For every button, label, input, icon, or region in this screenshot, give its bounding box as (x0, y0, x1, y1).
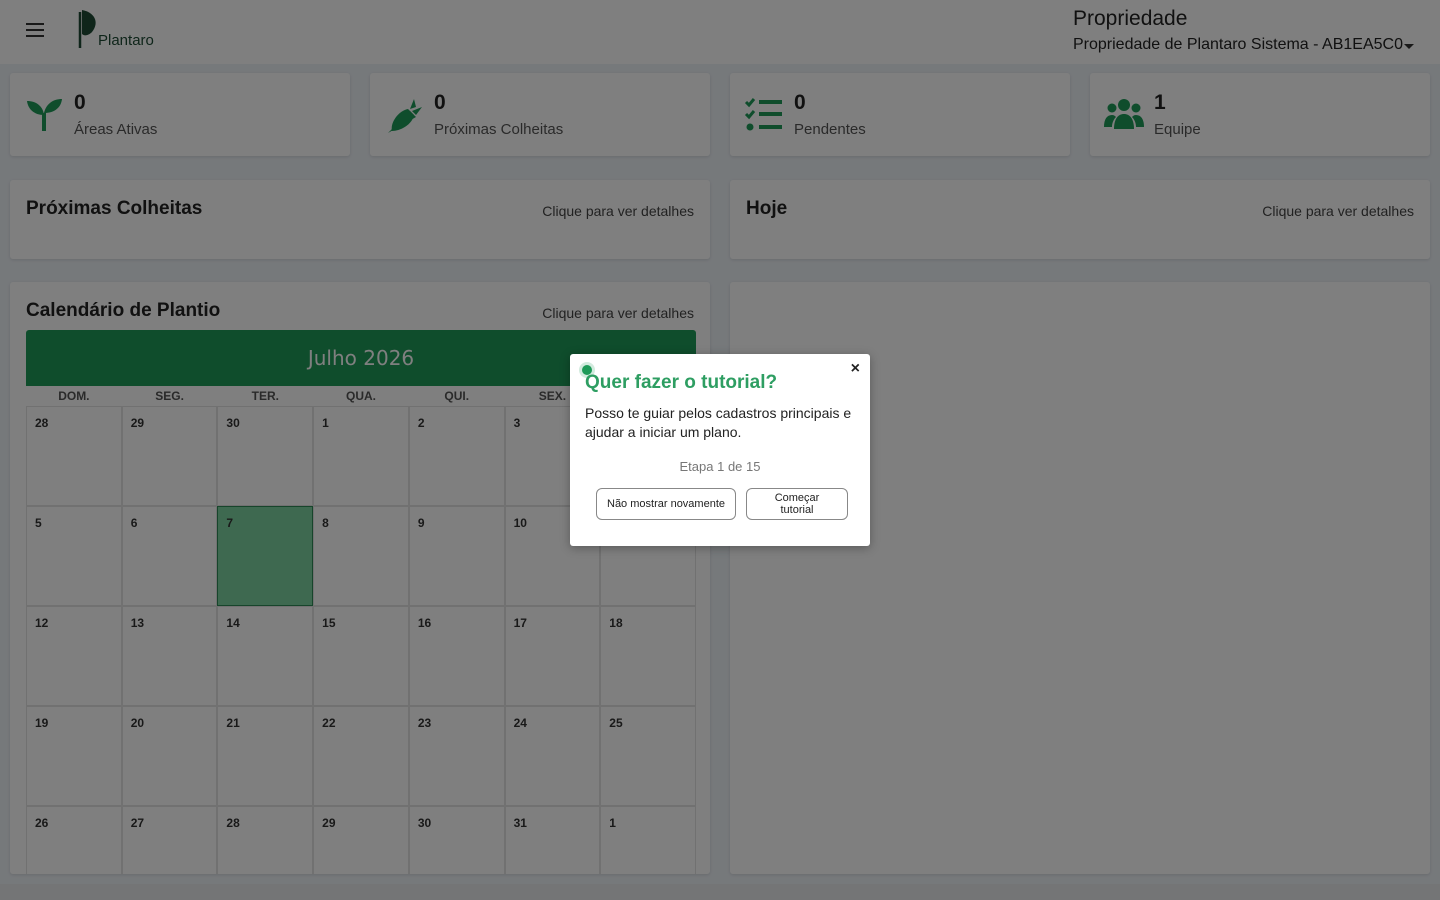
tutorial-progress: Etapa 1 de 15 (679, 459, 761, 474)
tutorial-description: Posso te guiar pelos cadastros principai… (585, 405, 852, 440)
start-tutorial-button[interactable]: Começar tutorial (746, 488, 848, 520)
tutorial-popover: × Quer fazer o tutorial? Posso te guiar … (570, 354, 870, 546)
close-icon[interactable]: × (851, 360, 860, 378)
dont-show-again-button[interactable]: Não mostrar novamente (596, 488, 736, 520)
tutorial-title: Quer fazer o tutorial? (585, 372, 778, 393)
